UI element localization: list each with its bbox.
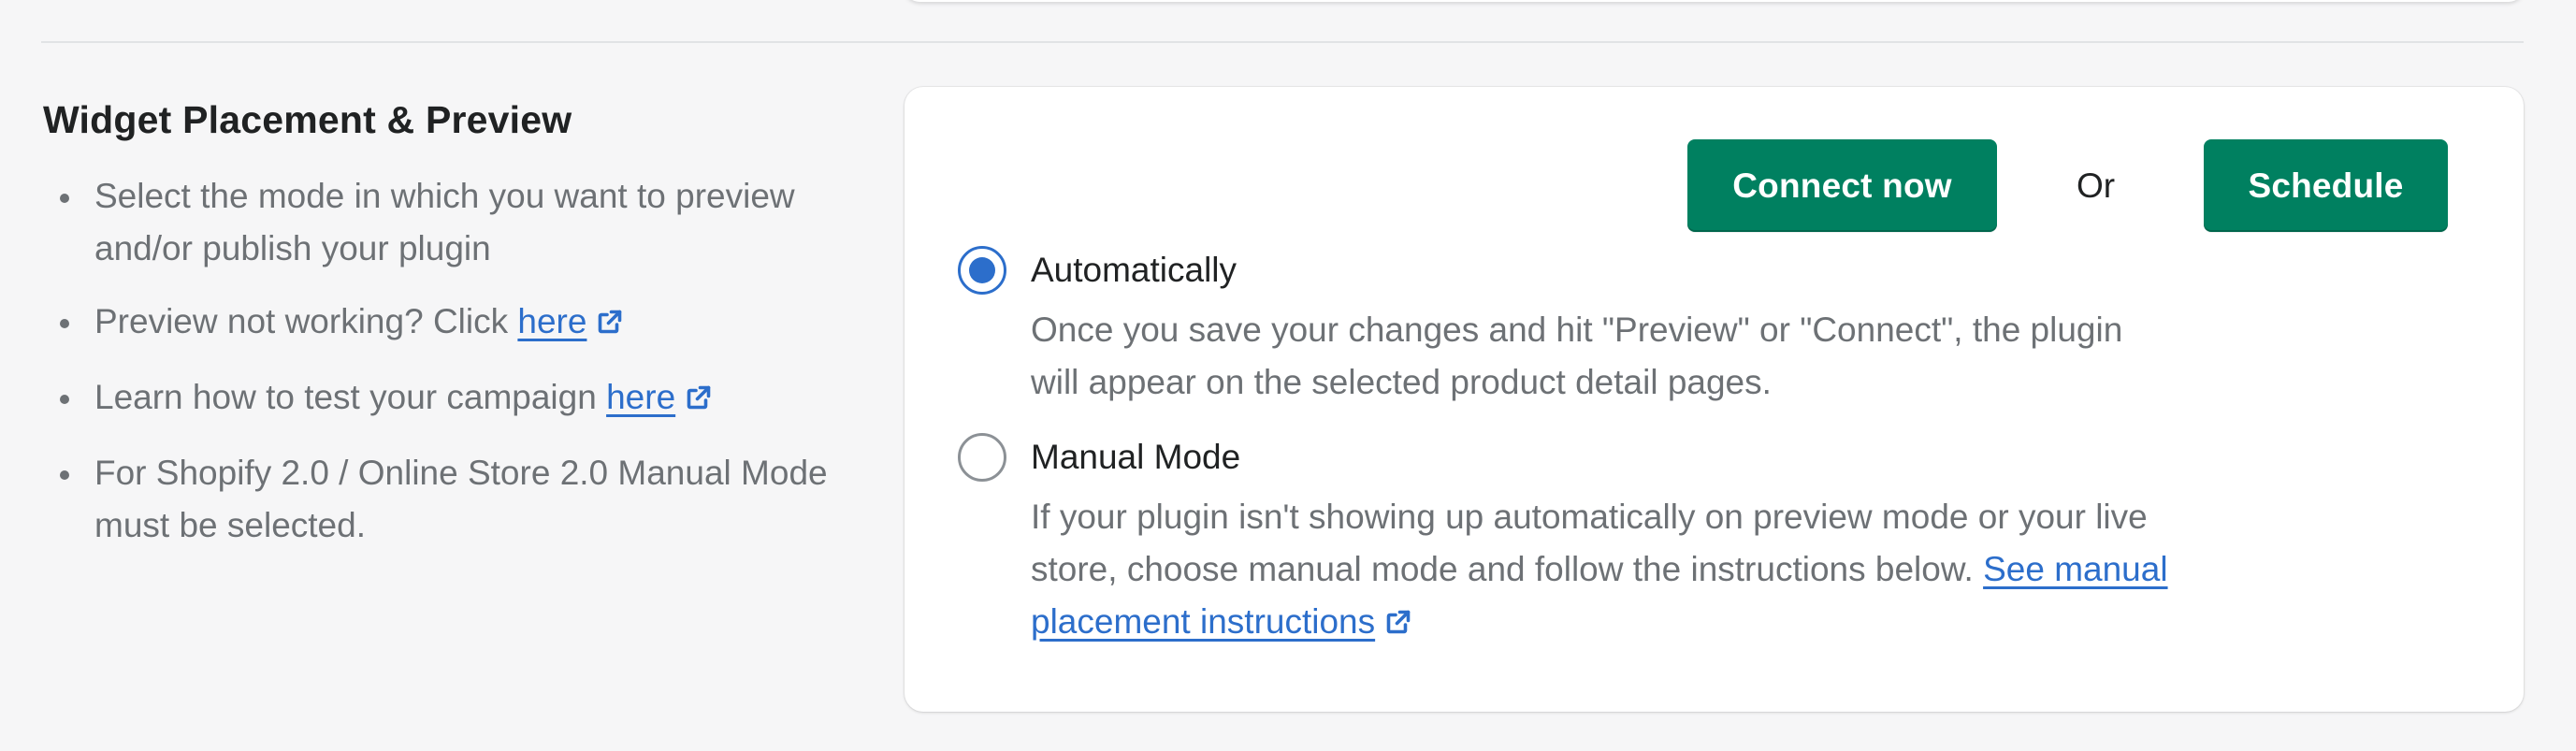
previous-card-edge [904,0,2524,2]
help-item-preview-not-working: Preview not working? Click here [43,296,829,351]
help-list: Select the mode in which you want to pre… [43,170,829,552]
section-description: Widget Placement & Preview Select the mo… [43,94,829,572]
external-link-icon[interactable] [1384,599,1412,651]
page: Widget Placement & Preview Select the mo… [0,0,2576,751]
or-separator: Or [2077,166,2116,205]
help-item-test-campaign: Learn how to test your campaign here [43,371,829,426]
option-label[interactable]: Manual Mode [1031,435,1240,480]
help-item-text: Select the mode in which you want to pre… [94,177,795,267]
help-item-select-mode: Select the mode in which you want to pre… [43,170,829,275]
radio-automatically[interactable] [958,246,1006,295]
preview-help-link[interactable]: here [517,302,586,340]
external-link-icon[interactable] [685,374,713,426]
section-title: Widget Placement & Preview [43,98,572,141]
help-item-shopify-note: For Shopify 2.0 / Online Store 2.0 Manua… [43,447,829,552]
option-description-text: If your plugin isn't showing up automati… [1031,498,2148,588]
placement-card: Connect now Or Schedule Automatically On… [904,87,2524,712]
test-campaign-link[interactable]: here [606,378,675,416]
help-item-text: Preview not working? Click [94,302,518,340]
option-label[interactable]: Automatically [1031,248,1237,293]
radio-manual-mode[interactable] [958,433,1006,482]
schedule-button[interactable]: Schedule [2204,139,2448,232]
help-item-text: Learn how to test your campaign [94,378,607,416]
help-item-text: For Shopify 2.0 / Online Store 2.0 Manua… [94,454,828,544]
connect-now-button[interactable]: Connect now [1687,139,1997,232]
option-description: If your plugin isn't showing up automati… [1031,491,2172,651]
option-description: Once you save your changes and hit "Prev… [1031,311,2123,401]
section-divider [41,41,2524,43]
external-link-icon[interactable] [596,298,624,351]
